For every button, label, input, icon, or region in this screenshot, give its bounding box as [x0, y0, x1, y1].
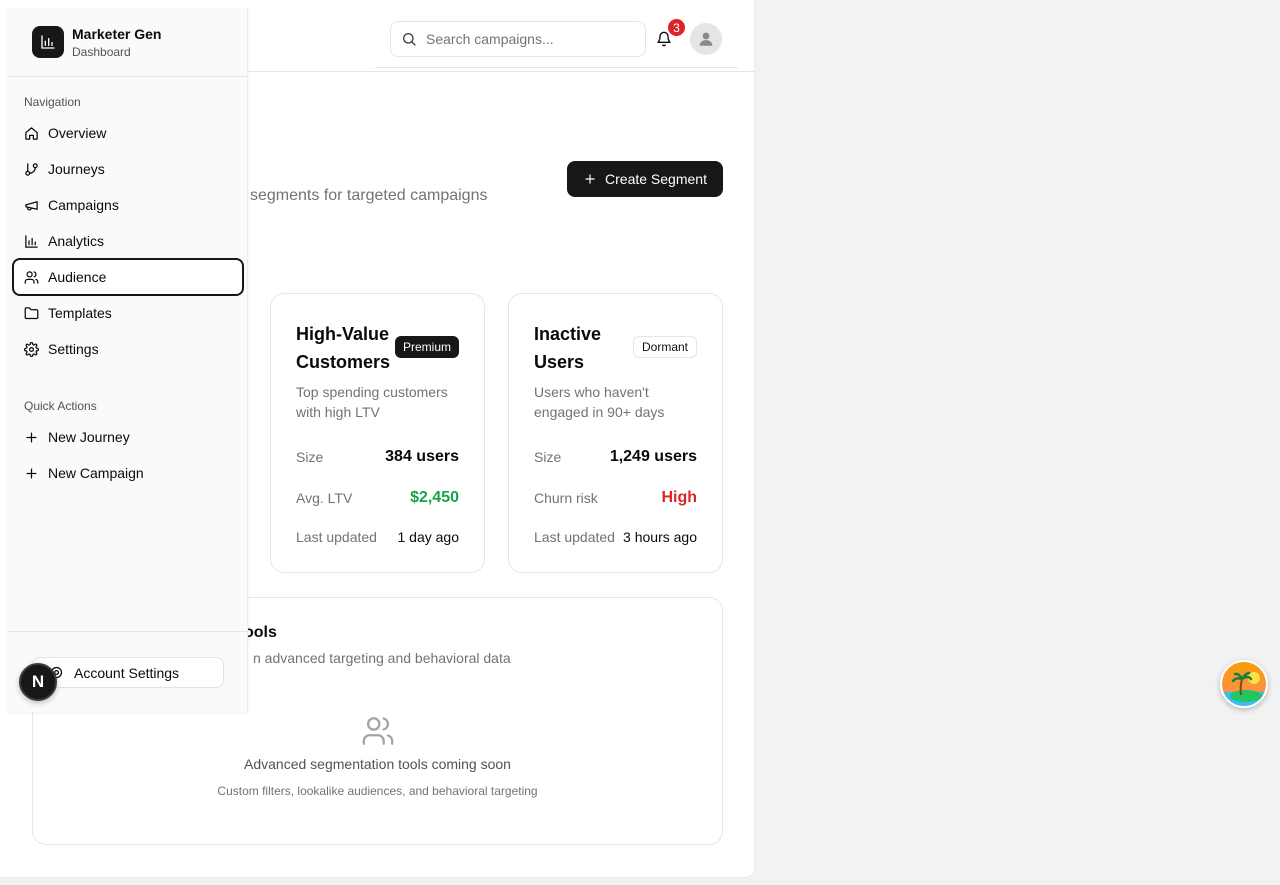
stat-label: Last updated	[296, 529, 377, 545]
segment-stat-row: Last updated 3 hours ago	[534, 529, 697, 545]
coming-soon-submessage: Custom filters, lookalike audiences, and…	[217, 784, 538, 798]
segment-description: Users who haven't engaged in 90+ days	[534, 384, 665, 420]
search-icon	[403, 33, 416, 46]
stat-value: 1 day ago	[397, 529, 460, 545]
sidebar: Marketer Gen Dashboard Navigation Overvi…	[8, 8, 248, 712]
sidebar-item-label: New Journey	[48, 429, 130, 445]
sidebar-item-label: Templates	[48, 305, 112, 321]
create-segment-button[interactable]: Create Segment	[567, 161, 723, 197]
sidebar-item-label: Campaigns	[48, 197, 119, 213]
user-avatar[interactable]	[690, 23, 722, 55]
sidebar-item-analytics[interactable]: Analytics	[12, 222, 244, 260]
tools-description: n advanced targeting and behavioral data	[253, 650, 511, 666]
account-settings-button[interactable]: Account Settings	[32, 657, 224, 688]
stat-value: $2,450	[410, 489, 459, 506]
coming-soon-message: Advanced segmentation tools coming soon	[244, 756, 511, 772]
sidebar-item-overview[interactable]: Overview	[12, 114, 244, 152]
segment-stat-row: Avg. LTV $2,450	[296, 489, 459, 507]
header-divider	[375, 67, 738, 68]
megaphone-icon	[25, 200, 38, 210]
account-settings-label: Account Settings	[74, 664, 180, 681]
segment-stat-row: Last updated 1 day ago	[296, 529, 459, 545]
tools-title: ools	[244, 624, 277, 641]
plus-icon	[585, 174, 595, 184]
page-subtitle: segments for targeted campaigns	[250, 187, 488, 204]
segment-title: High-Value Customers	[296, 324, 391, 372]
home-icon	[25, 126, 38, 140]
stat-value: 384 users	[385, 448, 459, 465]
gear-icon	[24, 341, 39, 357]
sidebar-item-label: Overview	[48, 125, 107, 141]
stat-label: Size	[534, 449, 562, 465]
segment-stat-row: Size 384 users	[296, 448, 459, 466]
search-input[interactable]	[426, 31, 626, 47]
sidebar-item-label: New Campaign	[48, 465, 144, 481]
sidebar-divider	[8, 631, 247, 632]
nav-group-label: Navigation	[24, 95, 81, 109]
brand-logo[interactable]	[32, 26, 64, 58]
stat-label: Avg. LTV	[296, 490, 353, 506]
users-icon	[362, 717, 394, 745]
segment-tag: Premium	[394, 336, 459, 358]
island-icon	[1222, 662, 1266, 706]
quick-actions-label: Quick Actions	[24, 399, 97, 413]
bar-chart-icon	[25, 234, 38, 248]
sidebar-item-journeys[interactable]: Journeys	[12, 150, 244, 188]
sidebar-item-settings[interactable]: Settings	[12, 330, 244, 368]
stat-label: Last updated	[534, 529, 615, 545]
segment-title: Inactive Users	[534, 324, 602, 372]
stat-value: 1,249 users	[609, 448, 697, 465]
plus-icon	[26, 468, 37, 478]
stat-value: High	[661, 489, 697, 506]
users-icon	[24, 270, 39, 284]
user-icon	[699, 32, 713, 46]
segment-description: Top spending customers with high LTV	[296, 384, 448, 420]
stat-label: Churn risk	[534, 490, 598, 506]
brand-subtitle: Dashboard	[72, 45, 131, 59]
stat-label: Size	[296, 449, 324, 465]
sidebar-item-label: Audience	[48, 269, 107, 285]
floating-assistant-avatar[interactable]	[1220, 660, 1268, 708]
plus-icon	[26, 432, 37, 442]
segment-stat-row: Churn risk High	[534, 489, 697, 507]
segment-stat-row: Size 1,249 users	[534, 448, 697, 466]
segment-card-inactive[interactable]: Inactive Users Dormant Users who haven't…	[508, 293, 723, 573]
search-box[interactable]	[390, 21, 646, 57]
sidebar-item-label: Settings	[48, 341, 99, 357]
sidebar-item-new-journey[interactable]: New Journey	[12, 418, 244, 456]
brand-name: Marketer Gen	[72, 26, 162, 42]
segment-tag: Dormant	[632, 336, 697, 358]
content-divider	[248, 71, 755, 72]
sidebar-item-audience[interactable]: Audience	[12, 258, 244, 296]
sidebar-item-new-campaign[interactable]: New Campaign	[12, 454, 244, 492]
segment-card-high-value[interactable]: High-Value Customers Premium Top spendin…	[270, 293, 485, 573]
sidebar-item-templates[interactable]: Templates	[12, 294, 244, 332]
sidebar-item-label: Journeys	[48, 161, 105, 177]
sidebar-item-campaigns[interactable]: Campaigns	[12, 186, 244, 224]
notification-count-badge: 3	[666, 17, 687, 38]
dev-tools-badge[interactable]: N	[19, 663, 57, 701]
folder-icon	[24, 306, 39, 319]
sidebar-divider	[8, 76, 247, 77]
git-branch-icon	[25, 162, 38, 176]
bar-chart-icon	[41, 35, 55, 49]
create-segment-label: Create Segment	[605, 171, 707, 187]
stat-value: 3 hours ago	[623, 529, 697, 545]
sidebar-item-label: Analytics	[48, 233, 105, 249]
